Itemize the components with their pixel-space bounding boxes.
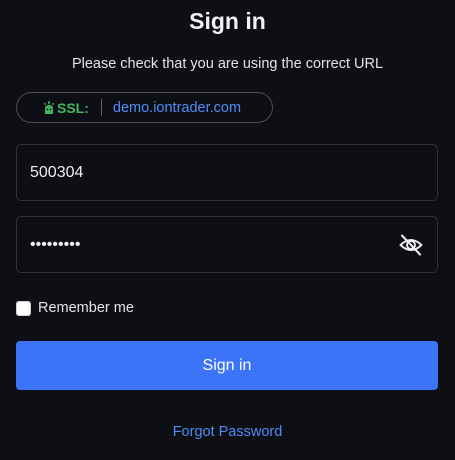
ssl-divider: [100, 99, 102, 116]
robot-lock-icon: [43, 100, 55, 115]
login-field[interactable]: [16, 144, 438, 201]
ssl-url: demo.iontrader.com: [112, 99, 242, 116]
password-field[interactable]: [16, 216, 438, 273]
remember-me[interactable]: Remember me: [16, 300, 134, 316]
eye-off-icon[interactable]: [398, 232, 424, 258]
forgot-password-link[interactable]: Forgot Password: [0, 424, 455, 440]
ssl-label: SSL:: [57, 99, 89, 116]
sign-in-page: Sign in Please check that you are using …: [0, 0, 455, 460]
remember-me-checkbox[interactable]: [16, 300, 31, 316]
ssl-badge: SSL: demo.iontrader.com: [16, 92, 273, 123]
password-input[interactable]: [17, 217, 437, 272]
url-check-notice: Please check that you are using the corr…: [71, 56, 384, 72]
remember-me-label: Remember me: [38, 300, 134, 316]
login-input[interactable]: [17, 145, 437, 200]
page-title: Sign in: [189, 8, 266, 34]
sign-in-button[interactable]: Sign in: [16, 341, 438, 390]
